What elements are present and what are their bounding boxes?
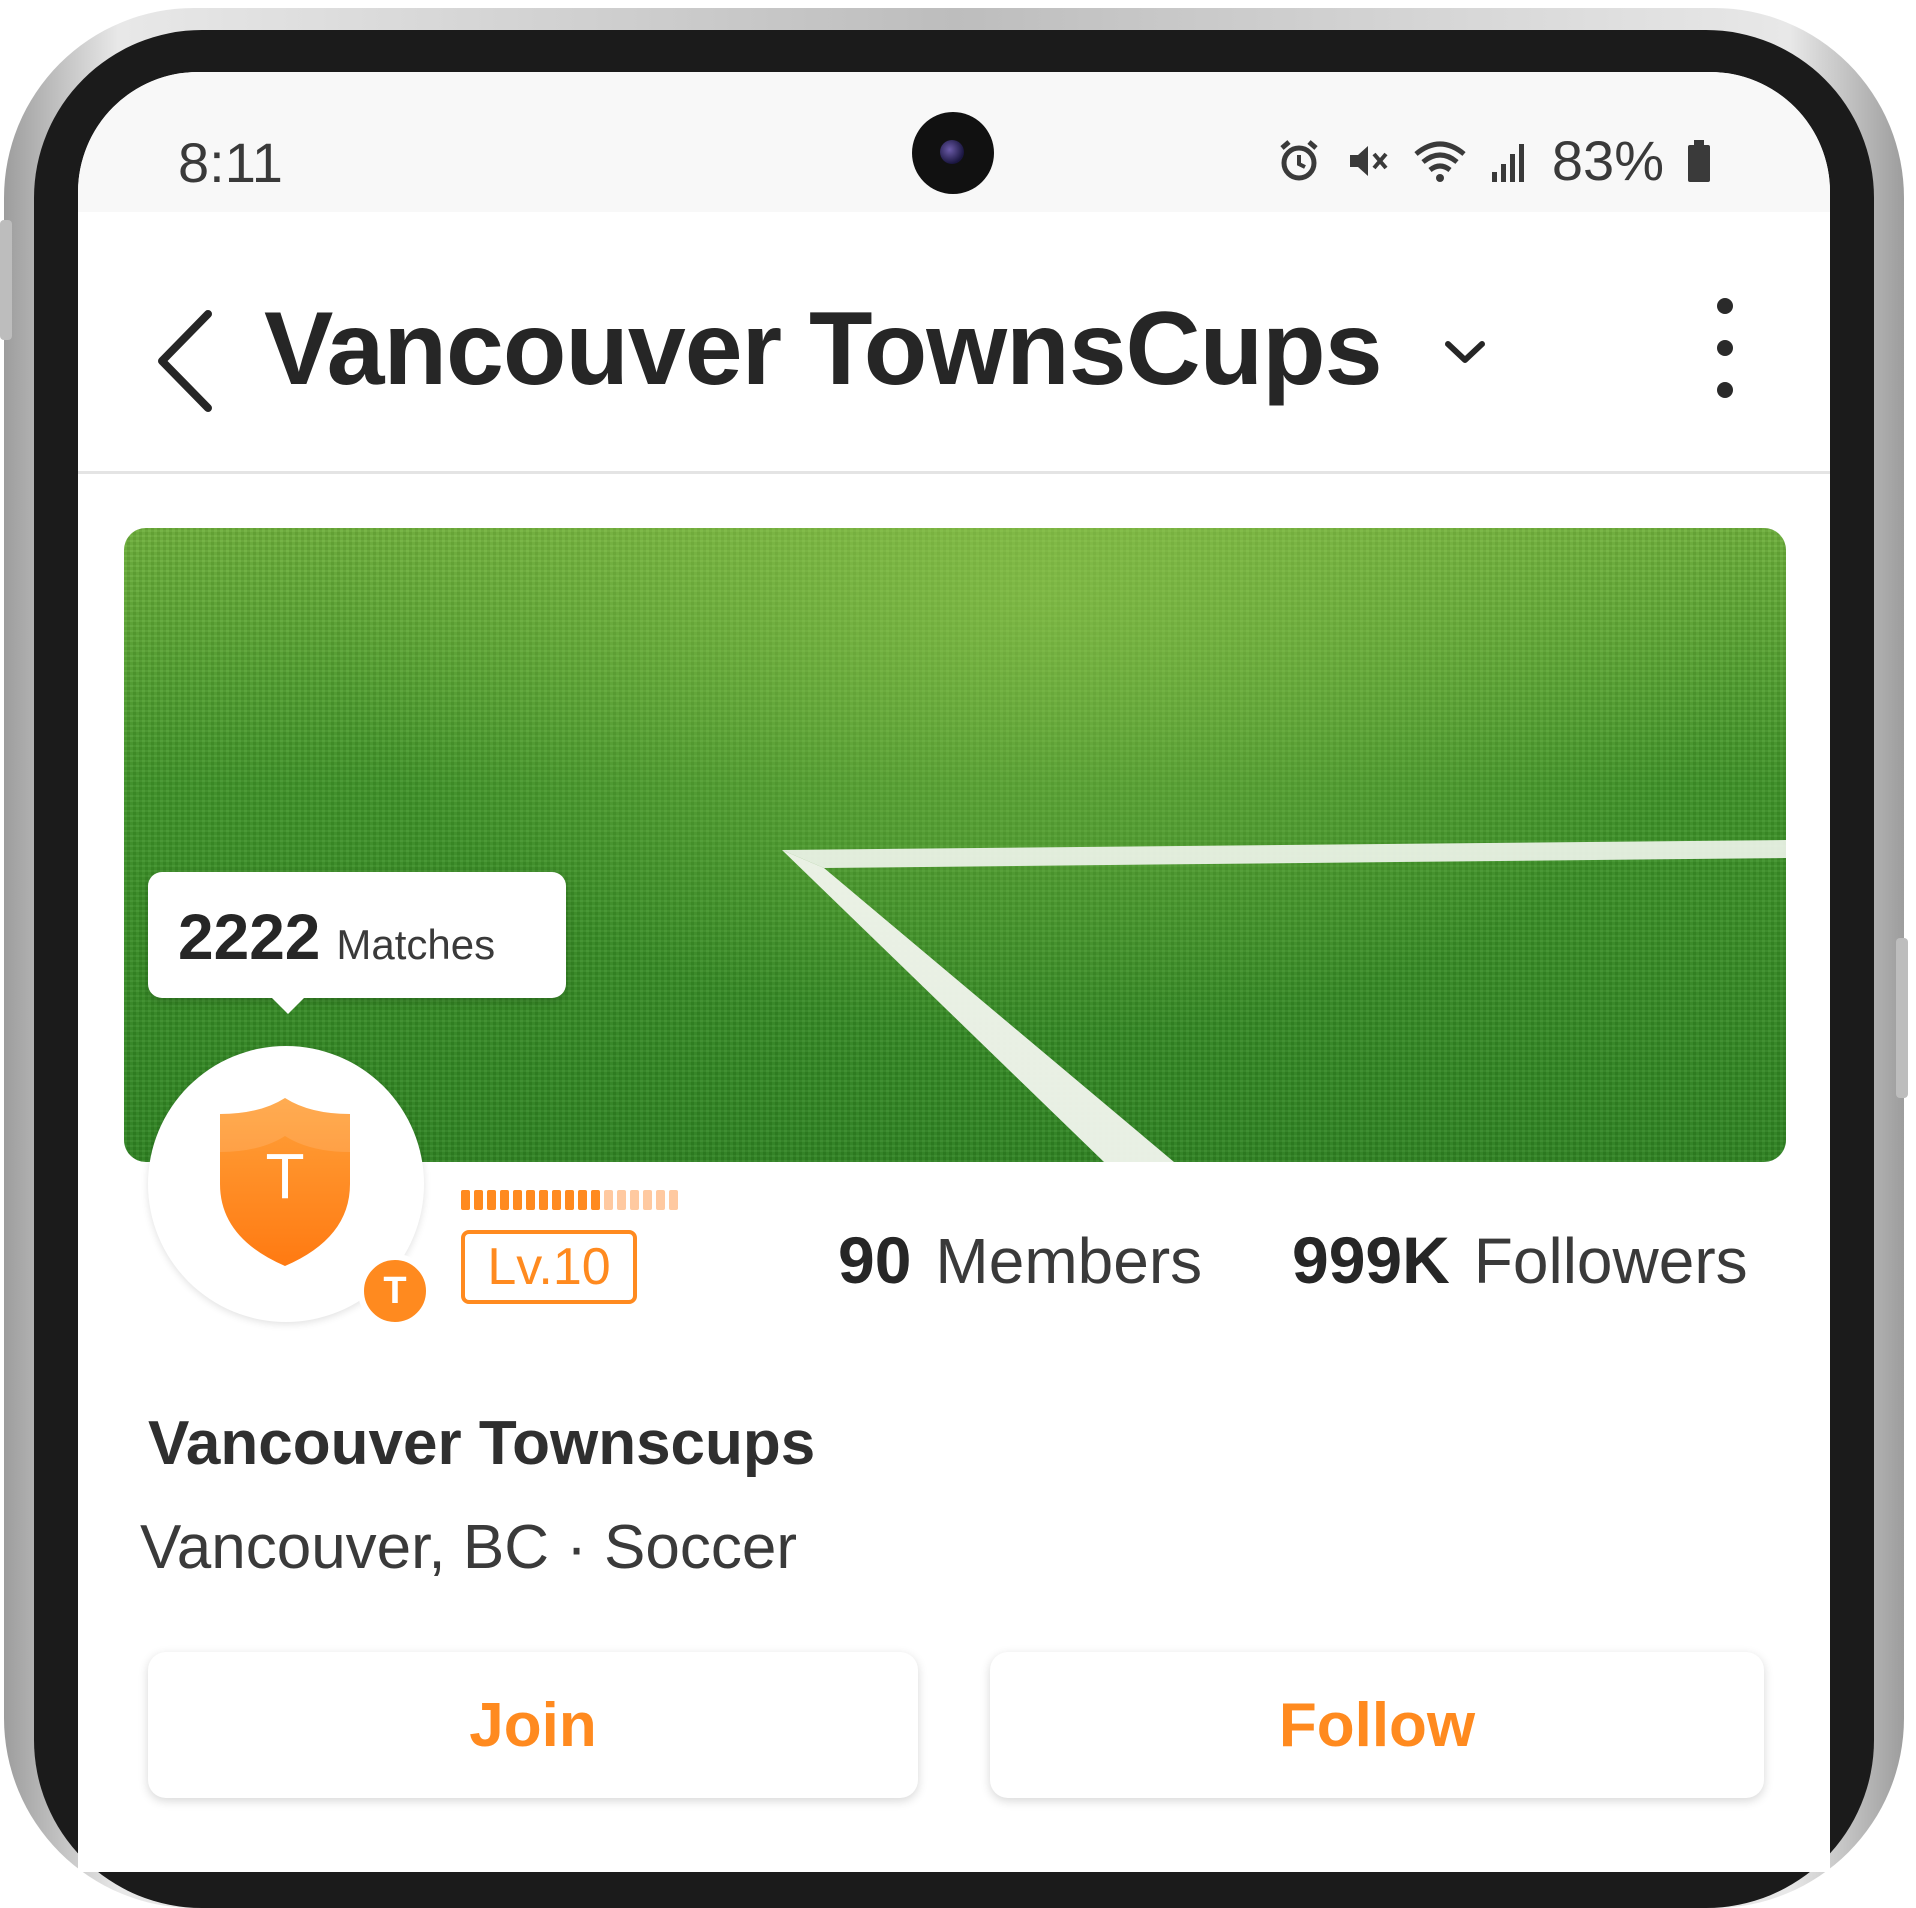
level-progress-segment (656, 1190, 665, 1210)
members-stat[interactable]: 90 Members (838, 1222, 1202, 1298)
level-progress-segment (578, 1190, 587, 1210)
follow-button[interactable]: Follow (990, 1652, 1764, 1798)
level-progress-segment (552, 1190, 561, 1210)
level-progress-segment (513, 1190, 522, 1210)
cover-image (124, 528, 1786, 1162)
matches-label: Matches (336, 921, 496, 968)
more-vertical-icon[interactable] (1710, 298, 1740, 398)
back-arrow-icon[interactable] (150, 306, 220, 421)
level-progress-segment (617, 1190, 626, 1210)
power-button (1896, 938, 1908, 1098)
alarm-icon (1276, 138, 1322, 184)
matches-tooltip: 2222 Matches (148, 872, 566, 1014)
level-progress-segment (474, 1190, 483, 1210)
front-camera (912, 112, 994, 194)
avatar-badge: T (358, 1254, 432, 1328)
level-progress-segment (643, 1190, 652, 1210)
wifi-icon (1412, 138, 1468, 184)
status-time: 8:11 (178, 131, 283, 194)
app-header: Vancouver TownsCups (78, 212, 1830, 474)
club-name: Vancouver Townscups (148, 1409, 816, 1478)
battery-percent: 83% (1551, 129, 1664, 192)
chevron-down-icon[interactable] (1442, 338, 1488, 373)
phone-screen: 8:11 83% Vancouver TownsCups 2222 Matche… (78, 72, 1830, 1872)
level-progress-segment (604, 1190, 613, 1210)
followers-label: Followers (1473, 1225, 1748, 1297)
shield-icon: T (220, 1098, 350, 1266)
members-label: Members (935, 1225, 1203, 1297)
level-progress-bar (461, 1190, 678, 1210)
level-progress-segment (669, 1190, 678, 1210)
page-title[interactable]: Vancouver TownsCups (264, 290, 1383, 409)
battery-icon (1686, 138, 1712, 184)
level-progress-segment (500, 1190, 509, 1210)
level-progress-segment (487, 1190, 496, 1210)
members-count: 90 (838, 1223, 912, 1297)
shield-letter: T (265, 1140, 304, 1212)
signal-icon (1490, 138, 1530, 184)
matches-count: 2222 (178, 901, 321, 973)
level-progress-segment (630, 1190, 639, 1210)
followers-count: 999K (1292, 1223, 1450, 1297)
field-line-markings (782, 840, 1786, 1162)
level-progress-segment (565, 1190, 574, 1210)
volume-button (0, 220, 12, 340)
mute-icon (1344, 138, 1390, 184)
level-progress-segment (526, 1190, 535, 1210)
level-progress-segment (461, 1190, 470, 1210)
level-progress-segment (539, 1190, 548, 1210)
level-progress-segment (591, 1190, 600, 1210)
join-button[interactable]: Join (148, 1652, 918, 1798)
followers-stat[interactable]: 999K Followers (1292, 1222, 1748, 1298)
status-icons: 83% (1276, 128, 1712, 193)
status-bar: 8:11 83% (78, 72, 1830, 212)
club-meta: Vancouver, BC · Soccer (140, 1513, 798, 1582)
level-badge: Lv.10 (461, 1230, 637, 1304)
